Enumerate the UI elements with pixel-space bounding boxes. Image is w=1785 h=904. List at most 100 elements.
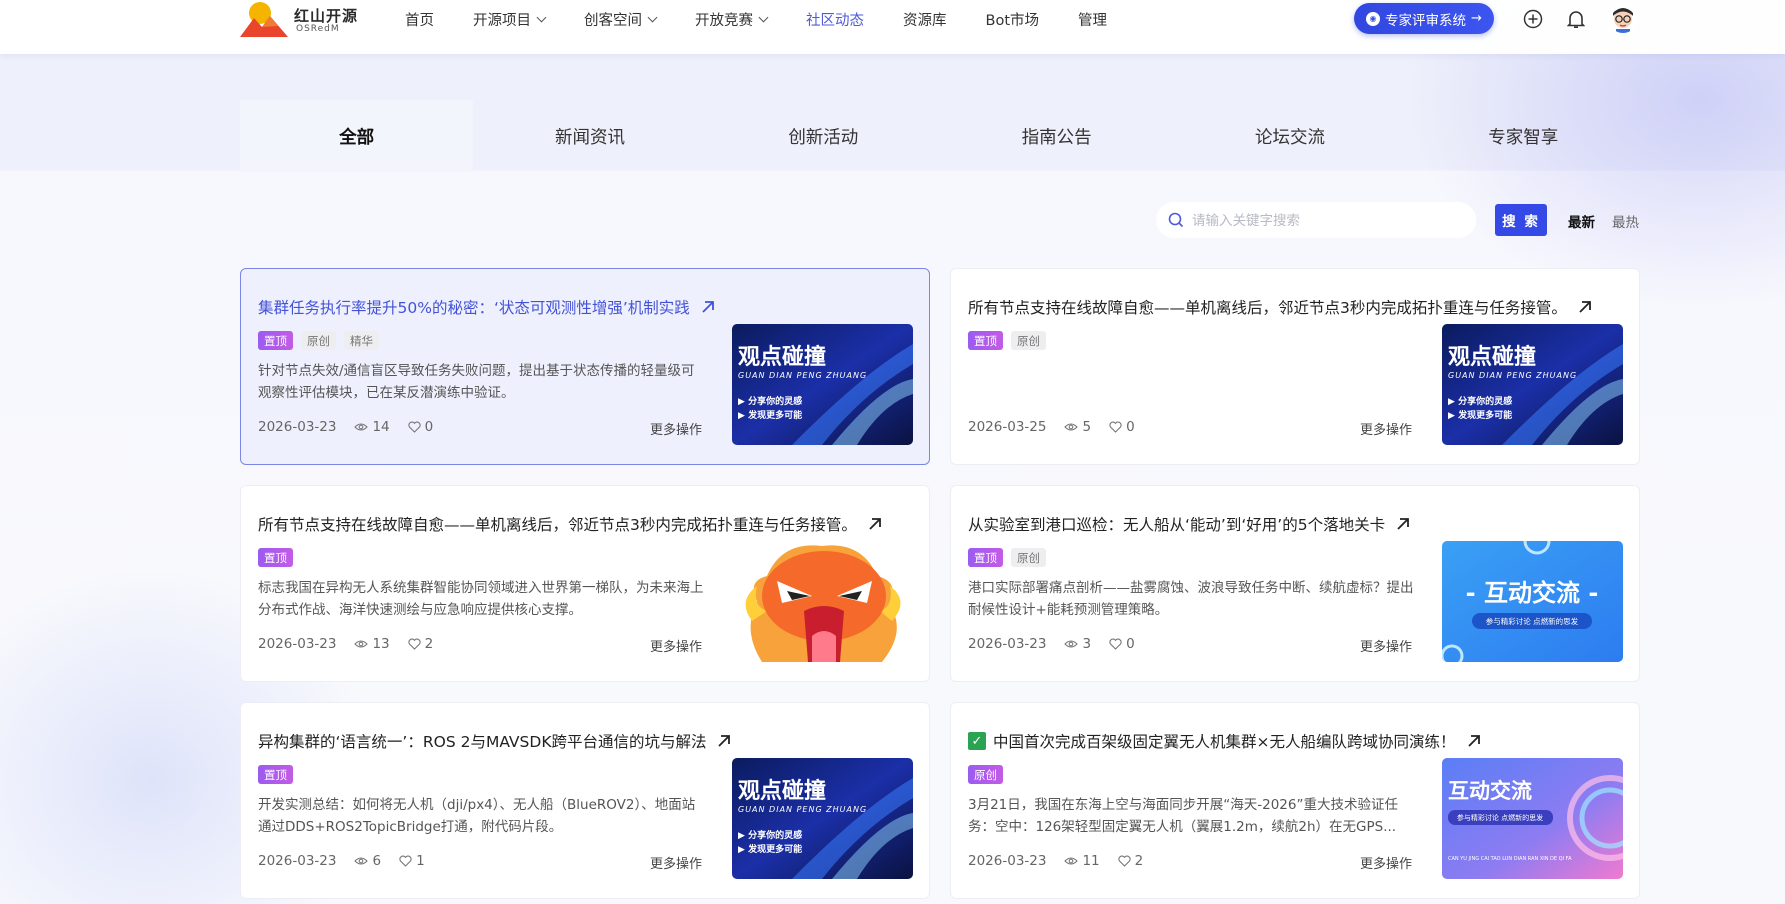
sort-latest[interactable]: 最新	[1568, 211, 1595, 231]
post-thumbnail[interactable]: 观点碰撞 GUAN DIAN PENG ZHUANG ▶ 分享你的灵感 ▶ 发现…	[732, 324, 913, 445]
post-thumbnail[interactable]: 互动交流 参与精彩讨论 点燃新的思发 CAN YU JING CAI TAO L…	[1442, 758, 1623, 879]
post-thumbnail[interactable]: 观点碰撞 GUAN DIAN PENG ZHUANG ▶ 分享你的灵感 ▶ 发现…	[732, 758, 913, 879]
post-title[interactable]: ✓ 中国首次完成百架级固定翼无人机集群×无人船编队跨域协同演练！	[968, 730, 1482, 752]
eye-icon	[1064, 857, 1079, 865]
external-link-arrow-icon	[718, 735, 731, 747]
bell-icon[interactable]	[1565, 8, 1587, 30]
like-count: 0	[424, 419, 434, 435]
post-title[interactable]: 集群任务执行率提升50%的秘密：‘状态可观测性增强’机制实践	[258, 296, 716, 318]
tag-original: 原创	[1011, 548, 1046, 567]
search-input[interactable]	[1192, 212, 1462, 228]
svg-text:▶ 发现更多可能: ▶ 发现更多可能	[738, 409, 802, 421]
view-count: 13	[372, 636, 390, 652]
user-avatar[interactable]	[1608, 3, 1638, 33]
thumb-line2: 发现更多可能	[747, 409, 802, 421]
category-tabs: 全部 新闻资讯 创新活动 指南公告 论坛交流 专家智享	[240, 100, 1640, 172]
tab-forum[interactable]: 论坛交流	[1173, 100, 1406, 172]
post-thumbnail[interactable]	[732, 541, 913, 662]
search-button[interactable]: 搜 索	[1495, 204, 1547, 236]
post-card[interactable]: 从实验室到港口巡检：无人船从‘能动’到‘好用’的5个落地关卡 置顶 原创 港口实…	[950, 485, 1640, 682]
like-count: 2	[424, 636, 434, 652]
post-thumbnail[interactable]: 观点碰撞 GUAN DIAN PENG ZHUANG ▶ 分享你的灵感 ▶ 发现…	[1442, 324, 1623, 445]
brand-subtitle: OSRedM	[296, 24, 340, 34]
tab-expert-sharing[interactable]: 专家智享	[1407, 100, 1640, 172]
post-summary: 针对节点失效/通信盲区导致任务失败问题，提出基于状态传播的轻量级可观察性评估模块…	[258, 363, 695, 401]
more-actions-button[interactable]: 更多操作	[1360, 636, 1412, 655]
tab-innovation-activities[interactable]: 创新活动	[707, 100, 940, 172]
post-title-text: 所有节点支持在线故障自愈——单机离线后，邻近节点3秒内完成拓扑重连与任务接管。	[258, 516, 857, 534]
eye-icon	[354, 423, 369, 431]
post-title-text: 中国首次完成百架级固定翼无人机集群×无人船编队跨域协同演练！	[993, 733, 1456, 751]
post-title[interactable]: 所有节点支持在线故障自愈——单机离线后，邻近节点3秒内完成拓扑重连与任务接管。	[258, 513, 883, 535]
post-card[interactable]: 所有节点支持在线故障自愈——单机离线后，邻近节点3秒内完成拓扑重连与任务接管。 …	[240, 485, 930, 682]
post-date: 2026-03-23	[258, 636, 337, 652]
heart-icon[interactable]	[399, 855, 412, 867]
nav-bot-label: Bot市场	[985, 12, 1040, 29]
post-meta: 2026-03-23 6 1	[258, 853, 425, 869]
external-link-arrow-icon	[1579, 301, 1591, 313]
tab-guide-announcements[interactable]: 指南公告	[940, 100, 1173, 172]
post-summary: 开发实测总结：如何将无人机（dji/px4）、无人船（BlueROV2）、地面站…	[258, 797, 696, 835]
heart-icon[interactable]	[408, 638, 421, 650]
heart-icon[interactable]	[408, 421, 421, 433]
post-title[interactable]: 从实验室到港口巡检：无人船从‘能动’到‘好用’的5个落地关卡	[968, 513, 1411, 535]
view-count: 14	[372, 419, 390, 435]
add-icon[interactable]	[1522, 8, 1544, 30]
tab-news[interactable]: 新闻资讯	[473, 100, 706, 172]
nav-maker-space[interactable]: 创客空间	[584, 9, 658, 30]
nav-resource-library[interactable]: 资源库	[903, 9, 947, 30]
like-count: 0	[1126, 636, 1135, 652]
view-count: 11	[1082, 853, 1100, 869]
thumb-line2: 发现更多可能	[1457, 409, 1512, 421]
heart-icon[interactable]	[1109, 638, 1122, 650]
post-date: 2026-03-23	[968, 636, 1047, 652]
view-count: 5	[1082, 419, 1092, 435]
thumb-subtitle: 参与精彩讨论 点燃新的思发	[1457, 813, 1543, 822]
tag-group: 原创	[968, 765, 1011, 784]
more-actions-button[interactable]: 更多操作	[650, 419, 702, 438]
nav-resource-label: 资源库	[903, 12, 947, 29]
nav-admin[interactable]: 管理	[1078, 9, 1107, 30]
post-card[interactable]: 所有节点支持在线故障自愈——单机离线后，邻近节点3秒内完成拓扑重连与任务接管。 …	[950, 268, 1640, 465]
checkmark-icon: ✓	[968, 732, 986, 750]
expert-review-button[interactable]: ◉ 专家评审系统 →	[1354, 3, 1494, 34]
tag-original: 原创	[968, 765, 1003, 784]
post-card[interactable]: 异构集群的‘语言统一’：ROS 2与MAVSDK跨平台通信的坑与解法 置顶 开发…	[240, 702, 930, 899]
heart-icon[interactable]	[1109, 421, 1122, 433]
like-count: 0	[1126, 419, 1135, 435]
post-date: 2026-03-23	[968, 853, 1047, 869]
heart-icon[interactable]	[1118, 855, 1131, 867]
tab-all[interactable]: 全部	[240, 100, 474, 172]
brand-title: 红山开源	[294, 7, 359, 25]
post-card[interactable]: 集群任务执行率提升50%的秘密：‘状态可观测性增强’机制实践 置顶 原创 精华 …	[240, 268, 930, 465]
post-title-text: 所有节点支持在线故障自愈——单机离线后，邻近节点3秒内完成拓扑重连与任务接管。	[968, 299, 1567, 317]
view-count: 6	[372, 853, 382, 869]
more-actions-button[interactable]: 更多操作	[650, 853, 702, 872]
post-thumbnail[interactable]: - 互动交流 - 参与精彩讨论 点燃新的思发	[1442, 541, 1623, 662]
site-logo[interactable]: 红山开源 OSRedM	[240, 0, 360, 40]
nav-open-competition[interactable]: 开放竞赛	[695, 9, 769, 30]
nav-community-news[interactable]: 社区动态	[806, 9, 864, 30]
nav-bot-market[interactable]: Bot市场	[986, 9, 1040, 30]
eye-icon	[354, 857, 369, 865]
tag-group: 置顶 原创	[968, 548, 1054, 567]
nav-home[interactable]: 首页	[405, 9, 434, 30]
post-title[interactable]: 异构集群的‘语言统一’：ROS 2与MAVSDK跨平台通信的坑与解法	[258, 730, 732, 752]
more-actions-button[interactable]: 更多操作	[1360, 853, 1412, 872]
nav-open-source-projects[interactable]: 开源项目	[473, 9, 547, 30]
post-title[interactable]: 所有节点支持在线故障自愈——单机离线后，邻近节点3秒内完成拓扑重连与任务接管。	[968, 296, 1593, 318]
thumb-pinyin: CAN YU JING CAI TAO LUN DIAN RAN XIN DE …	[1448, 856, 1572, 862]
tag-featured: 精华	[344, 331, 379, 350]
external-link-arrow-icon	[869, 518, 881, 530]
post-card[interactable]: ✓ 中国首次完成百架级固定翼无人机集群×无人船编队跨域协同演练！ 原创 3月21…	[950, 702, 1640, 899]
more-actions-button[interactable]: 更多操作	[650, 636, 702, 655]
tag-pinned: 置顶	[258, 765, 293, 784]
tag-group: 置顶	[258, 548, 301, 567]
svg-text:▶ 分享你的灵感: ▶ 分享你的灵感	[1448, 395, 1512, 407]
sort-hottest[interactable]: 最热	[1612, 211, 1639, 231]
logo-mark-icon	[240, 2, 288, 37]
tag-pinned: 置顶	[968, 331, 1003, 350]
more-actions-button[interactable]: 更多操作	[1360, 419, 1412, 438]
interaction-banner-image: 互动交流 参与精彩讨论 点燃新的思发 CAN YU JING CAI TAO L…	[1442, 758, 1623, 879]
main-nav: 首页 开源项目 创客空间 开放竞赛 社区动态 资源库 Bot市场 管理	[405, 0, 1146, 38]
